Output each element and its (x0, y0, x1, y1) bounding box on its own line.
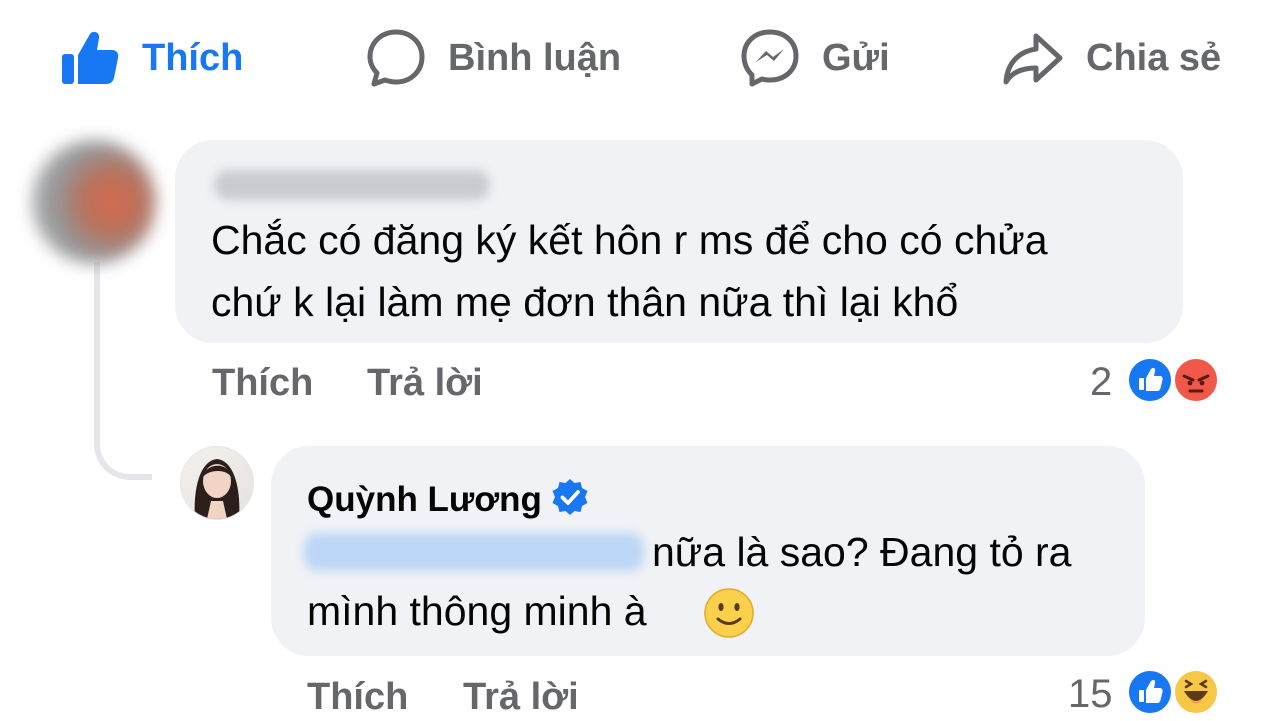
commenter-avatar-blurred[interactable] (32, 140, 156, 264)
commenter-name-redacted (214, 170, 490, 200)
comment-text-line-1: Chắc có đăng ký kết hôn r ms để cho có c… (211, 217, 1048, 263)
reply-reaction-count[interactable]: 15 (1068, 672, 1113, 717)
share-arrow-icon (1002, 28, 1064, 88)
slightly-smiling-emoji-icon (702, 586, 756, 645)
verified-badge-icon (550, 477, 590, 522)
like-icon (1126, 356, 1174, 404)
send-action-label: Gửi (822, 36, 890, 79)
comment-reply-link[interactable]: Trả lời (367, 362, 483, 405)
messenger-icon (740, 28, 800, 88)
thread-connector-line (94, 262, 152, 480)
reply-text-line-1: nữa là sao? Đang tỏ ra (652, 529, 1072, 575)
send-action-button[interactable]: Gửi (740, 22, 890, 94)
comment-action-label: Bình luận (448, 36, 622, 79)
comment-action-button[interactable]: Bình luận (366, 22, 621, 94)
haha-icon (1172, 668, 1220, 716)
like-action-label: Thích (142, 36, 244, 79)
angry-icon (1172, 356, 1220, 404)
tagged-user-mention-redacted[interactable] (304, 533, 644, 571)
comment-reaction-count[interactable]: 2 (1090, 360, 1112, 405)
thumbs-up-icon (60, 28, 120, 88)
comment-text-line-2: chứ k lại làm mẹ đơn thân nữa thì lại kh… (211, 279, 959, 325)
share-action-button[interactable]: Chia sẻ (1002, 22, 1221, 94)
like-action-button[interactable]: Thích (60, 22, 243, 94)
reply-reply-link[interactable]: Trả lời (463, 676, 579, 719)
share-action-label: Chia sẻ (1086, 36, 1222, 79)
like-icon (1126, 668, 1174, 716)
reply-text-line-2: mình thông minh à (307, 588, 647, 634)
comment-like-link[interactable]: Thích (212, 362, 313, 405)
reply-author-avatar[interactable] (180, 446, 254, 520)
comment-bubble-icon (366, 28, 426, 88)
reply-author-name[interactable]: Quỳnh Lương (307, 480, 542, 520)
reply-like-link[interactable]: Thích (307, 676, 408, 719)
